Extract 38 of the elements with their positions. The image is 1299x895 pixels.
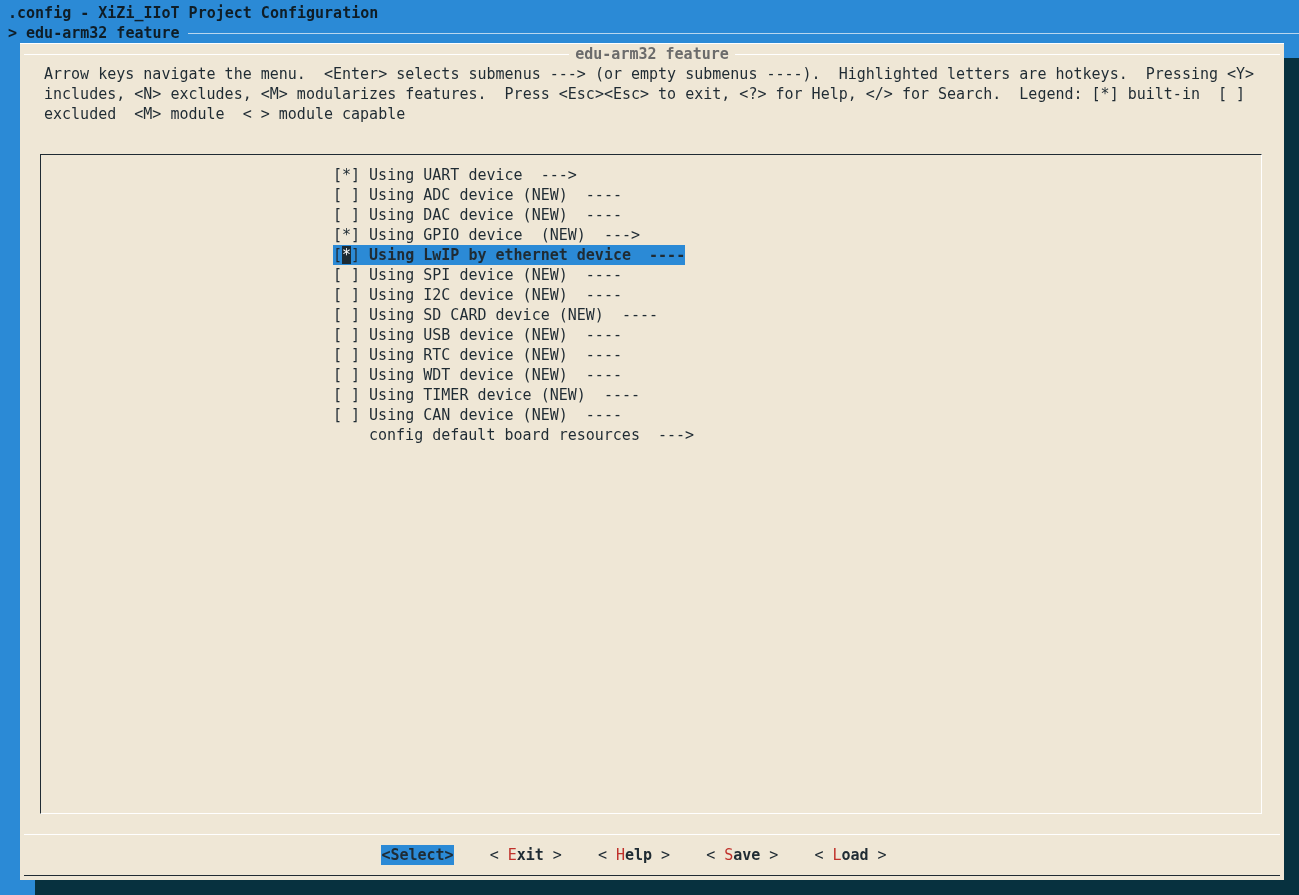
menu-item[interactable]: [ ] Using TIMER device (NEW) ---- [333,385,641,405]
menu-item[interactable]: [*] Using UART device ---> [333,165,577,185]
checkbox[interactable]: [ ] [333,185,361,205]
menu-item[interactable]: [ ] Using SPI device (NEW) ---- [333,265,622,285]
checkbox[interactable]: [ ] [333,305,361,325]
checkbox[interactable]: [ ] [333,265,361,285]
checkbox[interactable]: [ ] [333,345,361,365]
menu-item[interactable]: [*] Using LwIP by ethernet device ---- [333,245,686,265]
menu-item[interactable]: [ ] Using DAC device (NEW) ---- [333,205,622,225]
help-text-line: Arrow keys navigate the menu. <Enter> selects submenus ---> (or empty submenus ----). Highlighted letters are hotkeys. Pressing <Y> [44,64,1256,84]
dialog-button[interactable]: < Save > [706,845,779,865]
checkbox[interactable]: [ ] [333,405,361,425]
checkbox[interactable]: [*] [333,165,361,185]
checkbox[interactable]: [*] [333,245,361,265]
checkbox[interactable]: [ ] [333,285,361,305]
help-text-line: excluded <M> module < > module capable [44,104,407,124]
dialog-button[interactable]: <Select> [381,845,454,865]
menu-item[interactable]: config default board resources ---> [333,425,695,445]
dialog-button[interactable]: < Help > [597,845,671,865]
window-title: .config - XiZi_IIoT Project Configuration [8,3,380,23]
checkbox[interactable]: [*] [333,225,361,245]
dialog-title: edu-arm32 feature [575,44,729,64]
menu-item[interactable]: [ ] Using RTC device (NEW) ---- [333,345,622,365]
menu-item[interactable]: [ ] Using CAN device (NEW) ---- [333,405,622,425]
menu-item[interactable]: [ ] Using USB device (NEW) ---- [333,325,622,345]
checkbox[interactable]: [ ] [333,365,361,385]
menu-item[interactable]: [ ] Using WDT device (NEW) ---- [333,365,622,385]
dialog-button[interactable]: < Exit > [489,845,562,865]
dialog-button[interactable]: < Load > [814,845,887,865]
help-text-line: includes, <N> excludes, <M> modularizes features. Press <Esc><Esc> to exit, <?> for Help, </> for Search. Legend: [*] built-in [ ] [44,84,1247,104]
menu-item[interactable]: [ ] Using SD CARD device (NEW) ---- [333,305,659,325]
checkbox[interactable]: [ ] [333,385,361,405]
menu-item[interactable]: [ ] Using ADC device (NEW) ---- [333,185,622,205]
breadcrumb: > edu-arm32 feature [8,23,180,43]
checkbox[interactable]: [ ] [333,325,361,345]
menu-item[interactable]: [ ] Using I2C device (NEW) ---- [333,285,622,305]
checkbox[interactable]: [ ] [333,205,361,225]
menu-item[interactable]: [*] Using GPIO device (NEW) ---> [333,225,641,245]
